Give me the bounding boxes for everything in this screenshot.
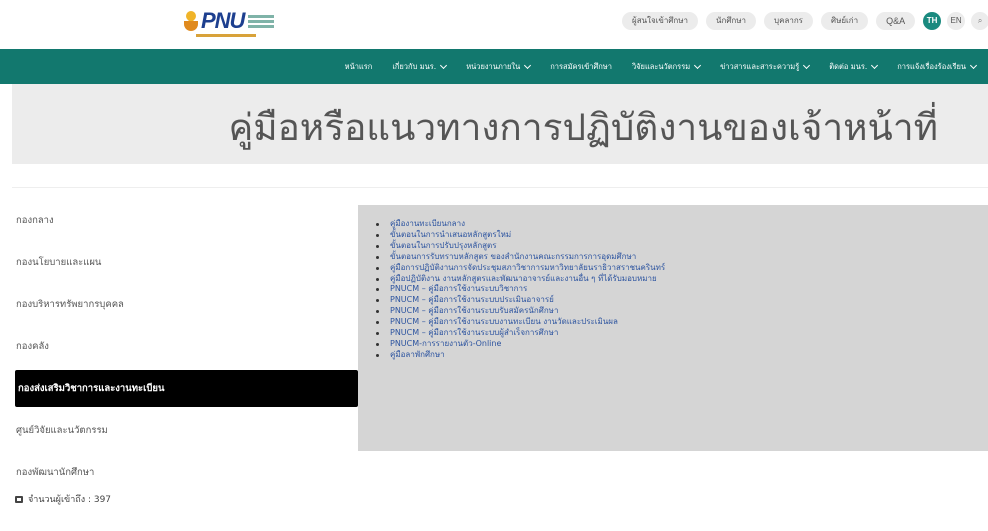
nav-item-0[interactable]: หน้าแรก [345, 61, 373, 73]
logo-text: PNU [201, 8, 245, 33]
sidebar-item-label: กองกลาง [16, 215, 54, 226]
document-link[interactable]: PNUCM – คู่มือการใช้งานระบบประเมินอาจารย… [376, 295, 665, 306]
sidebar-item-label: ศูนย์วิจัยและนวัตกรรม [16, 425, 108, 436]
document-link[interactable]: ขั้นตอนการรับทราบหลักสูตร ของสำนักงานคณะ… [376, 252, 665, 263]
sidebar: กองกลางกองนโยบายและแผนกองบริหารทรัพยากรบ… [15, 200, 358, 494]
nav-item-label: การสมัครเข้าศึกษา [550, 61, 612, 71]
chevron-down-icon [803, 61, 811, 69]
document-link[interactable]: คู่มืองานทะเบียนกลาง [376, 219, 665, 230]
chevron-down-icon [440, 61, 448, 69]
sidebar-item-6[interactable]: กองพัฒนานักศึกษา [15, 452, 358, 494]
nav-item-3[interactable]: การสมัครเข้าศึกษา [550, 61, 612, 73]
nav-item-1[interactable]: เกี่ยวกับ มนร. [392, 61, 448, 73]
sidebar-item-label: กองส่งเสริมวิชาการและงานทะเบียน [18, 383, 165, 394]
top-links: ผู้สนใจเข้าศึกษา นักศึกษา บุคลากร ศิษย์เ… [622, 12, 988, 30]
nav-item-label: หน่วยงานภายใน [466, 61, 521, 71]
nav-item-5[interactable]: ข่าวสารและสาระความรู้ [720, 61, 811, 73]
document-link[interactable]: ขั้นตอนในการนำเสนอหลักสูตรใหม่ [376, 230, 665, 241]
visitor-counter: จำนวนผู้เข้าถึง : 397 [15, 492, 111, 506]
chevron-down-icon [871, 61, 879, 69]
nav-item-6[interactable]: ติดต่อ มนร. [829, 61, 879, 73]
sidebar-item-2[interactable]: กองบริหารทรัพยากรบุคคล [15, 284, 358, 326]
nav-item-2[interactable]: หน่วยงานภายใน [466, 61, 532, 73]
sidebar-item-5[interactable]: ศูนย์วิจัยและนวัตกรรม [15, 410, 358, 452]
page-banner: คู่มือหรือแนวทางการปฏิบัติงานของเจ้าหน้า… [12, 84, 988, 164]
nav-item-label: ข่าวสารและสาระความรู้ [720, 61, 800, 71]
page-title: คู่มือหรือแนวทางการปฏิบัติงานของเจ้าหน้า… [228, 106, 938, 149]
main-nav: หน้าแรก เกี่ยวกับ มนร. หน่วยงานภายใน การสมั… [0, 49, 988, 84]
sidebar-item-0[interactable]: กองกลาง [15, 200, 358, 242]
sidebar-item-1[interactable]: กองนโยบายและแผน [15, 242, 358, 284]
document-link[interactable]: PNUCM – คู่มือการใช้งานระบบวิชาการ [376, 284, 665, 295]
top-link-students[interactable]: นักศึกษา [706, 12, 757, 30]
nav-item-label: การแจ้งเรื่องร้องเรียน [897, 61, 966, 71]
search-icon[interactable]: ⌕ [971, 12, 988, 30]
nav-item-4[interactable]: วิจัยและนวัตกรรม [631, 61, 702, 73]
logo-subtext-graphic [248, 14, 275, 29]
sidebar-item-label: กองพัฒนานักศึกษา [16, 467, 95, 478]
sidebar-item-4[interactable]: กองส่งเสริมวิชาการและงานทะเบียน [15, 370, 358, 407]
document-link[interactable]: คู่มือการปฏิบัติงานการจัดประชุมสภาวิชากา… [376, 263, 665, 274]
logo-emblem-icon [183, 8, 199, 33]
chevron-down-icon [969, 61, 978, 69]
chevron-down-icon [694, 61, 702, 69]
sidebar-item-label: กองนโยบายและแผน [16, 257, 102, 268]
pnu-logo[interactable]: PNU [183, 6, 275, 36]
nav-item-label: ติดต่อ มนร. [829, 61, 868, 71]
nav-item-label: เกี่ยวกับ มนร. [392, 61, 437, 71]
lang-th-button[interactable]: TH [923, 12, 942, 30]
sidebar-item-label: กองบริหารทรัพยากรบุคคล [16, 299, 124, 310]
top-link-alumni[interactable]: ศิษย์เก่า [820, 12, 869, 30]
sidebar-item-3[interactable]: กองคลัง [15, 326, 358, 368]
document-link[interactable]: PNUCM – คู่มือการใช้งานระบบงานทะเบียน งา… [376, 317, 665, 328]
document-link[interactable]: PNUCM-การรายงานตัว-Online [376, 339, 665, 350]
visitor-count-text: จำนวนผู้เข้าถึง : 397 [28, 495, 112, 505]
content-panel: คู่มืองานทะเบียนกลาง ขั้นตอนในการนำเสนอหล… [358, 205, 988, 451]
document-link[interactable]: คู่มือลาพักศึกษา [376, 350, 665, 361]
nav-item-7[interactable]: การแจ้งเรื่องร้องเรียน [897, 61, 978, 73]
top-link-prospective[interactable]: ผู้สนใจเข้าศึกษา [622, 12, 699, 30]
top-link-qa[interactable]: Q&A [876, 12, 916, 30]
document-link[interactable]: คู่มือปฏิบัติงาน งานหลักสูตรและพัฒนาอาจา… [376, 274, 665, 285]
logo-underline [196, 34, 256, 37]
lang-en-button[interactable]: EN [947, 12, 966, 30]
nav-item-label: วิจัยและนวัตกรรม [631, 61, 691, 71]
top-link-staff[interactable]: บุคลากร [764, 12, 813, 30]
chevron-down-icon [524, 61, 532, 69]
document-link[interactable]: PNUCM – คู่มือการใช้งานระบบผู้สำเร็จการศ… [376, 328, 665, 339]
document-link[interactable]: ขั้นตอนในการปรับปรุงหลักสูตร [376, 241, 665, 252]
top-bar: PNU ผู้สนใจเข้าศึกษา นักศึกษา บุคลากร ศิ… [0, 0, 988, 44]
sidebar-item-label: กองคลัง [16, 341, 49, 352]
counter-icon [15, 495, 23, 503]
divider [12, 187, 988, 188]
document-link-list: คู่มืองานทะเบียนกลาง ขั้นตอนในการนำเสนอหล… [376, 219, 665, 361]
document-link[interactable]: PNUCM – คู่มือการใช้งานระบบรับสมัครนักศึ… [376, 306, 665, 317]
nav-item-label: หน้าแรก [344, 61, 373, 71]
